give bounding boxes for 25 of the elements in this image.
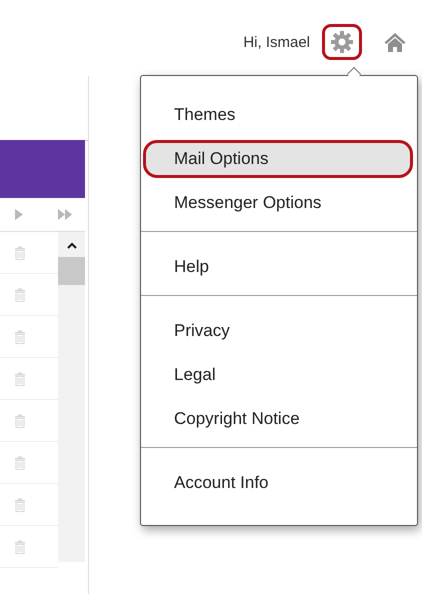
menu-item[interactable]: Mail Options <box>143 140 413 178</box>
menu-item[interactable]: Copyright Notice <box>143 400 413 438</box>
scroll-up-icon[interactable] <box>66 242 76 249</box>
trash-icon[interactable] <box>15 246 25 260</box>
trash-icon[interactable] <box>15 330 25 344</box>
last-page-icon[interactable] <box>58 209 72 220</box>
menu-item[interactable]: Account Info <box>143 464 413 502</box>
trash-icon[interactable] <box>15 498 25 512</box>
scrollbar[interactable] <box>58 232 85 562</box>
scroll-thumb[interactable] <box>58 257 85 285</box>
trash-icon[interactable] <box>15 540 25 554</box>
greeting: Hi, Ismael <box>243 34 310 50</box>
gear-icon <box>330 30 354 54</box>
trash-icon[interactable] <box>15 414 25 428</box>
trash-icon[interactable] <box>15 456 25 470</box>
menu-item[interactable]: Legal <box>143 356 413 394</box>
menu-item[interactable]: Help <box>143 248 413 286</box>
settings-button[interactable] <box>322 24 362 60</box>
next-page-icon[interactable] <box>15 209 23 220</box>
trash-icon[interactable] <box>15 372 25 386</box>
menu-item[interactable]: Themes <box>143 96 413 134</box>
menu-item[interactable]: Privacy <box>143 312 413 350</box>
home-icon[interactable] <box>384 32 406 52</box>
trash-icon[interactable] <box>15 288 25 302</box>
menu-item[interactable]: Messenger Options <box>143 184 413 222</box>
